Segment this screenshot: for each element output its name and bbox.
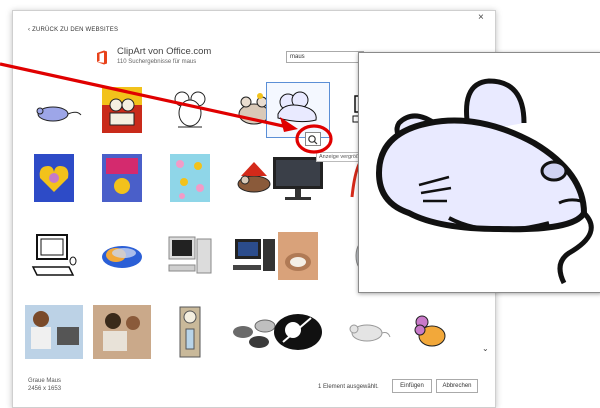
computer-mouse-photo-1[interactable] (90, 228, 154, 284)
selected-info: Graue Maus 2456 x 1653 (28, 377, 61, 393)
computer-mouse-photo-image (102, 246, 142, 268)
people-computer-photo-2[interactable] (90, 304, 154, 360)
office-logo-icon (97, 50, 107, 65)
people-computer-photo-image (25, 305, 83, 359)
mouse-clipart-image (102, 87, 142, 133)
selection-status: 1 Element ausgewählt. (318, 384, 379, 390)
computer-photo-2[interactable] (158, 228, 222, 284)
mouse-clipart-14[interactable] (398, 304, 462, 360)
magnify-button[interactable] (305, 132, 321, 146)
people-computer-photo-1[interactable] (22, 304, 86, 360)
mouse-clipart-image (349, 324, 391, 342)
hand-mouse-photo-image (278, 232, 318, 280)
hand-mouse-photo-1[interactable] (266, 228, 330, 284)
close-button[interactable]: × (478, 12, 484, 23)
computer-clipart-1[interactable] (22, 228, 86, 284)
people-computer-photo-image (93, 305, 151, 359)
mouse-clipart-image (174, 91, 206, 128)
selected-size: 2456 x 1653 (28, 386, 62, 392)
back-link[interactable]: ‹ ZURÜCK ZU DEN WEBSITES (28, 27, 118, 33)
mouse-clipart-2[interactable] (90, 82, 154, 138)
mouse-clipart-image (102, 154, 142, 202)
clock-clipart-1[interactable] (158, 304, 222, 360)
mouse-clipart-image (36, 106, 82, 122)
mouse-clipart-1[interactable] (22, 82, 86, 138)
magnify-icon (308, 135, 318, 145)
mouse-clipart-5[interactable] (266, 82, 330, 138)
computer-photo-image (168, 236, 212, 274)
cancel-button[interactable]: Abbrechen (436, 379, 478, 393)
mouse-clipart-image (34, 154, 74, 202)
source-title: ClipArt von Office.com (117, 46, 212, 57)
preview-popup (358, 52, 600, 293)
mouse-clipart-8[interactable] (90, 150, 154, 206)
mouse-clipart-image (277, 91, 317, 123)
search-input[interactable]: maus (286, 51, 364, 63)
mouse-clipart-image (170, 154, 210, 202)
mouse-clipart-image (414, 315, 446, 347)
back-link-label[interactable]: ZURÜCK ZU DEN WEBSITES (32, 27, 118, 33)
selected-name: Graue Maus (28, 378, 62, 384)
insert-button[interactable]: Einfügen (392, 379, 432, 393)
mouse-clipart-9[interactable] (158, 150, 222, 206)
clock-clipart-image (179, 306, 201, 358)
mouse-clipart-image (274, 314, 322, 350)
mouse-clipart-12[interactable] (266, 304, 330, 360)
result-count: 110 Suchergebnisse für maus (117, 59, 197, 65)
scroll-down-icon[interactable]: ⌄ (482, 344, 489, 353)
mouse-clipart-7[interactable] (22, 150, 86, 206)
mouse-clipart-3[interactable] (158, 82, 222, 138)
mouse-clipart-13[interactable] (334, 304, 398, 360)
computer-clipart-image (31, 234, 77, 276)
preview-mouse-image (375, 78, 594, 285)
